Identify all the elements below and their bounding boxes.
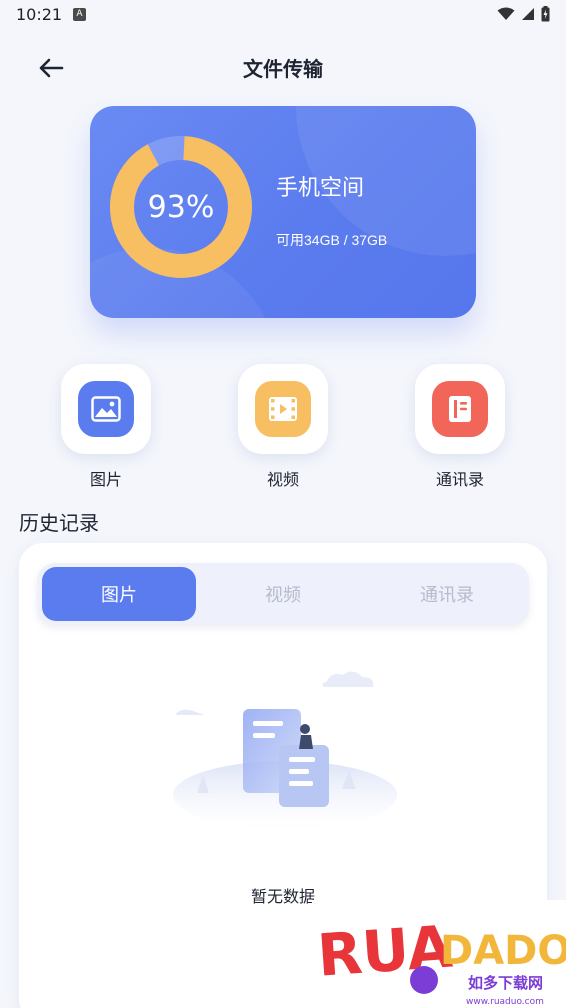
history-section-title: 历史记录 [19, 511, 99, 535]
category-label: 通讯录 [435, 470, 484, 489]
file-transfer-screen: 10:21 A 文件传输 93% 手机空间 可用34GB / 37GB 图片 视… [0, 0, 566, 1008]
phone-storage-card: 93% 手机空间 可用34GB / 37GB [90, 106, 476, 318]
battery-icon [541, 6, 550, 22]
watermark: RUA DADO 如多下载网 www.ruaduo.com [312, 900, 566, 1008]
watermark-subtitle: 如多下载网 [468, 974, 543, 992]
contacts-icon [432, 381, 488, 437]
category-label: 视频 [266, 470, 299, 489]
storage-percent: 93% [147, 189, 215, 225]
category-tile[interactable] [238, 364, 328, 454]
video-icon [255, 381, 311, 437]
storage-detail: 可用34GB / 37GB [276, 232, 388, 248]
history-tab-bar: 图片 视频 通讯录 [37, 563, 529, 625]
status-time: 10:21 [16, 5, 63, 24]
status-indicators [497, 6, 550, 22]
category-tile[interactable] [61, 364, 151, 454]
category-videos[interactable]: 视频 [238, 364, 328, 490]
category-label: 图片 [89, 470, 122, 489]
signal-icon [522, 8, 534, 20]
ruaduo-logo: RUA DADO 如多下载网 www.ruaduo.com [315, 912, 566, 1007]
watermark-url: www.ruaduo.com [466, 997, 544, 1007]
storage-label: 手机空间 [276, 176, 365, 201]
empty-state-illustration [173, 671, 397, 829]
svg-text:DADO: DADO [440, 928, 566, 974]
app-header: 文件传输 [0, 45, 566, 91]
tab-images[interactable]: 图片 [42, 567, 196, 621]
category-contacts[interactable]: 通讯录 [415, 364, 505, 490]
wifi-icon [497, 7, 515, 20]
notification-a-icon: A [73, 8, 86, 21]
page-title: 文件传输 [243, 57, 323, 81]
category-tile[interactable] [415, 364, 505, 454]
image-icon [78, 381, 134, 437]
tab-videos[interactable]: 视频 [206, 567, 360, 621]
category-images[interactable]: 图片 [61, 364, 151, 490]
status-bar: 10:21 A [0, 0, 566, 30]
tab-contacts[interactable]: 通讯录 [370, 567, 524, 621]
